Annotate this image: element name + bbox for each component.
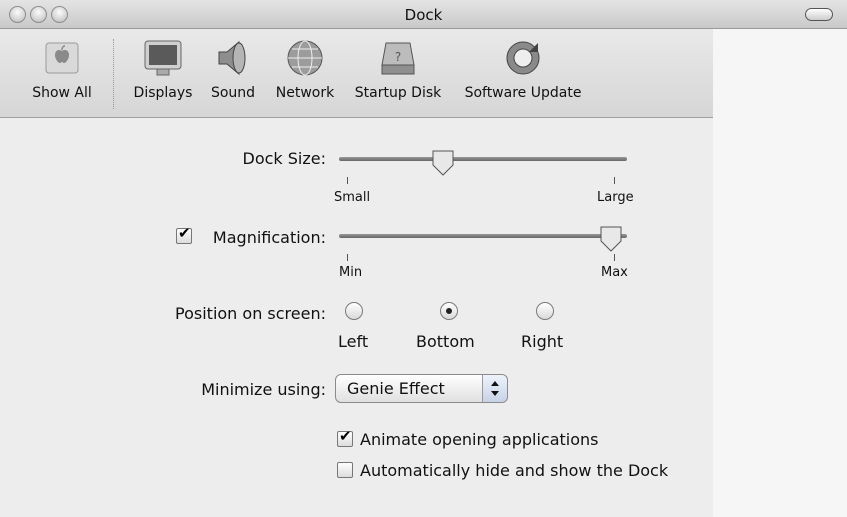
autohide-checkbox[interactable] bbox=[337, 462, 353, 478]
globe-icon bbox=[287, 40, 323, 76]
magnification-max-label: Max bbox=[601, 265, 628, 280]
window-side-panel bbox=[713, 29, 847, 517]
display-icon bbox=[144, 40, 182, 76]
toolbar-label-displays: Displays bbox=[133, 85, 193, 101]
toolbar-network[interactable]: Network bbox=[268, 37, 342, 101]
position-bottom-label[interactable]: Bottom bbox=[416, 332, 475, 351]
minimize-effect-value: Genie Effect bbox=[347, 379, 445, 398]
hard-disk-icon: ? bbox=[381, 42, 415, 75]
position-bottom-radio[interactable] bbox=[440, 302, 458, 320]
title-bar: Dock bbox=[0, 0, 847, 29]
dock-size-slider-thumb[interactable] bbox=[432, 150, 454, 180]
dock-size-label: Dock Size: bbox=[242, 149, 327, 168]
position-label: Position on screen: bbox=[175, 304, 326, 323]
toolbar-label-sound: Sound bbox=[210, 85, 256, 101]
dock-size-min-label: Small bbox=[334, 190, 371, 205]
position-left-label[interactable]: Left bbox=[338, 332, 368, 351]
dock-size-max-tick bbox=[614, 177, 615, 184]
checkmark-icon: ✔ bbox=[178, 224, 191, 242]
window-title: Dock bbox=[404, 6, 443, 24]
update-icon bbox=[506, 41, 540, 75]
magnification-checkbox[interactable]: ✔ bbox=[176, 224, 192, 244]
magnification-min-tick bbox=[347, 254, 348, 261]
popup-arrows-icon bbox=[482, 375, 507, 402]
preferences-window: Dock Show All Displays Sound Network ? S… bbox=[0, 0, 847, 517]
minimize-effect-popup[interactable]: Genie Effect bbox=[335, 374, 508, 403]
toolbar-label-network: Network bbox=[275, 85, 335, 101]
toolbar-startup-disk[interactable]: ? Startup Disk bbox=[348, 37, 448, 101]
magnification-min-label: Min bbox=[339, 265, 363, 280]
magnification-slider-track[interactable] bbox=[339, 234, 627, 238]
apple-icon bbox=[45, 42, 79, 74]
dock-size-slider-track[interactable] bbox=[339, 157, 627, 161]
dock-size-min-tick bbox=[347, 177, 348, 184]
toolbar-label-software-update: Software Update bbox=[464, 85, 582, 101]
speaker-icon bbox=[218, 40, 246, 76]
magnification-max-tick bbox=[614, 254, 615, 261]
position-right-label[interactable]: Right bbox=[521, 332, 563, 351]
toolbar-separator bbox=[113, 39, 114, 109]
minimize-label: Minimize using: bbox=[201, 380, 326, 399]
toolbar-toggle-button[interactable] bbox=[805, 8, 833, 21]
position-right-radio[interactable] bbox=[536, 302, 554, 320]
dock-size-max-label: Large bbox=[597, 190, 634, 205]
toolbar-show-all[interactable]: Show All bbox=[22, 37, 102, 101]
checkmark-icon: ✔ bbox=[339, 427, 352, 445]
toolbar-sound[interactable]: Sound bbox=[205, 37, 261, 101]
magnification-slider-thumb[interactable] bbox=[600, 226, 622, 256]
toolbar-software-update[interactable]: Software Update bbox=[458, 37, 588, 101]
toolbar-label-startup-disk: Startup Disk bbox=[354, 85, 442, 101]
svg-text:?: ? bbox=[395, 50, 401, 64]
animate-label[interactable]: Animate opening applications bbox=[360, 430, 598, 449]
toolbar-displays[interactable]: Displays bbox=[126, 37, 200, 101]
autohide-label[interactable]: Automatically hide and show the Dock bbox=[360, 461, 668, 480]
animate-checkbox[interactable]: ✔ bbox=[337, 427, 353, 447]
magnification-label: Magnification: bbox=[212, 228, 326, 247]
toolbar-label-show-all: Show All bbox=[32, 85, 92, 101]
position-left-radio[interactable] bbox=[345, 302, 363, 320]
